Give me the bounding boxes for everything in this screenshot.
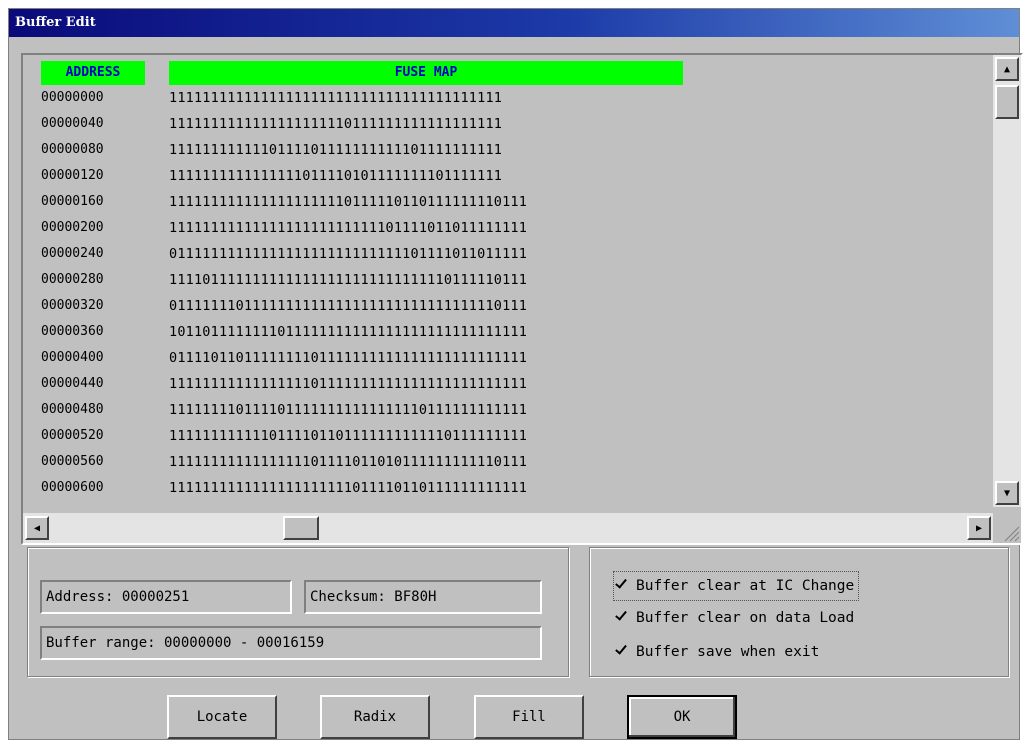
fuse-map-row[interactable]: 00000440 11111111111111111011111111111111… — [23, 371, 983, 397]
ok-button[interactable]: OK — [627, 695, 737, 739]
info-group: Address: 00000251 Checksum: BF80H Buffer… — [27, 547, 569, 677]
row-address: 00000320 — [41, 298, 104, 313]
fuse-map-list[interactable]: ADDRESS FUSE MAP 00000000 111111111111111… — [21, 53, 1023, 545]
address-field: Address: 00000251 — [40, 580, 292, 614]
row-fuse-bits: 1011011111111011111111111111111111111111… — [169, 324, 528, 340]
row-fuse-bits: 1111111111110111101111111111101111111111 — [169, 142, 503, 158]
vertical-scroll-thumb[interactable] — [995, 85, 1019, 119]
row-fuse-bits: 1111111111111111111111111111111111111111 — [169, 90, 503, 106]
row-address: 00000600 — [41, 480, 104, 495]
fuse-map-row[interactable]: 00000600 11111111111111111111110111101101… — [23, 475, 983, 501]
fuse-map-row[interactable]: 00000520 11111111111101111011011111111111… — [23, 423, 983, 449]
locate-button[interactable]: Locate — [167, 695, 277, 739]
horizontal-scrollbar[interactable]: ◀ ▶ — [23, 513, 993, 543]
row-address: 00000160 — [41, 194, 104, 209]
fuse-map-row[interactable]: 00000120 11111111111111110111101011111111… — [23, 163, 983, 189]
fuse-map-row[interactable]: 00000400 01111011011111111011111111111111… — [23, 345, 983, 371]
window-title: Buffer Edit — [9, 9, 1019, 37]
row-address: 00000560 — [41, 454, 104, 469]
fill-button[interactable]: Fill — [474, 695, 584, 739]
fuse-map-row[interactable]: 00000360 10110111111110111111111111111111… — [23, 319, 983, 345]
fuse-map-row[interactable]: 00000240 01111111111111111111111111111011… — [23, 241, 983, 267]
row-fuse-bits: 1111111111111111111110111110110111111110… — [169, 194, 528, 210]
radix-button[interactable]: Radix — [320, 695, 430, 739]
row-address: 00000240 — [41, 246, 104, 261]
checkmark-icon — [614, 643, 628, 657]
row-address: 00000200 — [41, 220, 104, 235]
fuse-map-rows: 00000000 11111111111111111111111111111111… — [23, 85, 983, 501]
fuse-map-row[interactable]: 00000280 11110111111111111111111111111111… — [23, 267, 983, 293]
vertical-scrollbar[interactable]: ▲ ▼ — [993, 55, 1021, 507]
row-fuse-bits: 1111111111111111101111011010111111111110… — [169, 454, 528, 470]
fuse-map-row[interactable]: 00000560 11111111111111111011110110101111… — [23, 449, 983, 475]
row-fuse-bits: 1111111111111111101111111111111111111111… — [169, 376, 528, 392]
row-fuse-bits: 1111111111111111011110101111111101111111 — [169, 168, 503, 184]
fuse-map-row[interactable]: 00000160 11111111111111111111101111101101… — [23, 189, 983, 215]
address-column-header: ADDRESS — [41, 61, 145, 85]
row-address: 00000440 — [41, 376, 104, 391]
resize-grip-icon[interactable] — [993, 513, 1021, 543]
scroll-left-arrow-icon[interactable]: ◀ — [25, 516, 49, 540]
row-fuse-bits: 0111101101111111101111111111111111111111… — [169, 350, 528, 366]
row-address: 00000520 — [41, 428, 104, 443]
row-address: 00000040 — [41, 116, 104, 131]
scroll-down-arrow-icon[interactable]: ▼ — [995, 481, 1019, 505]
row-fuse-bits: 1111111111111111111110111111111111111111 — [169, 116, 503, 132]
fuse-map-row[interactable]: 00000040 11111111111111111111101111111111… — [23, 111, 983, 137]
horizontal-scroll-thumb[interactable] — [283, 516, 319, 540]
fuse-map-row[interactable]: 00000200 11111111111111111111111111011110… — [23, 215, 983, 241]
row-address: 00000120 — [41, 168, 104, 183]
row-fuse-bits: 1111111101111011111111111111110111111111… — [169, 402, 528, 418]
checksum-field: Checksum: BF80H — [304, 580, 542, 614]
fuse-map-row[interactable]: 00000000 11111111111111111111111111111111… — [23, 85, 983, 111]
save-when-exit-checkbox[interactable]: Buffer save when exit — [614, 638, 819, 666]
row-address: 00000360 — [41, 324, 104, 339]
fuse-map-column-header: FUSE MAP — [169, 61, 683, 85]
row-address: 00000400 — [41, 350, 104, 365]
buffer-edit-window: Buffer Edit ADDRESS FUSE MAP 00000000 111… — [8, 8, 1023, 740]
options-group: Buffer clear at IC Change Buffer clear o… — [589, 547, 1009, 677]
fuse-map-row[interactable]: 00000320 01111111011111111111111111111111… — [23, 293, 983, 319]
row-address: 00000480 — [41, 402, 104, 417]
row-address: 00000080 — [41, 142, 104, 157]
checkmark-icon — [614, 609, 628, 623]
fuse-map-row[interactable]: 00000480 11111111011110111111111111111101… — [23, 397, 983, 423]
clear-at-ic-change-checkbox[interactable]: Buffer clear at IC Change — [612, 571, 860, 601]
scroll-up-arrow-icon[interactable]: ▲ — [995, 57, 1019, 81]
row-fuse-bits: 0111111111111111111111111111101111011011… — [169, 246, 528, 262]
row-fuse-bits: 1111111111110111101101111111111110111111… — [169, 428, 528, 444]
scroll-right-arrow-icon[interactable]: ▶ — [967, 516, 991, 540]
row-address: 00000000 — [41, 90, 104, 105]
row-address: 00000280 — [41, 272, 104, 287]
row-fuse-bits: 1111111111111111111111111101111011011111… — [169, 220, 528, 236]
row-fuse-bits: 1111111111111111111111011110110111111111… — [169, 480, 528, 496]
clear-on-data-load-checkbox[interactable]: Buffer clear on data Load — [614, 604, 854, 632]
checkmark-icon — [614, 577, 628, 591]
buffer-range-field: Buffer range: 00000000 - 00016159 — [40, 626, 542, 660]
fuse-map-row[interactable]: 00000080 11111111111101111011111111111011… — [23, 137, 983, 163]
row-fuse-bits: 1111011111111111111111111111111110111110… — [169, 272, 528, 288]
row-fuse-bits: 0111111101111111111111111111111111111110… — [169, 298, 528, 314]
